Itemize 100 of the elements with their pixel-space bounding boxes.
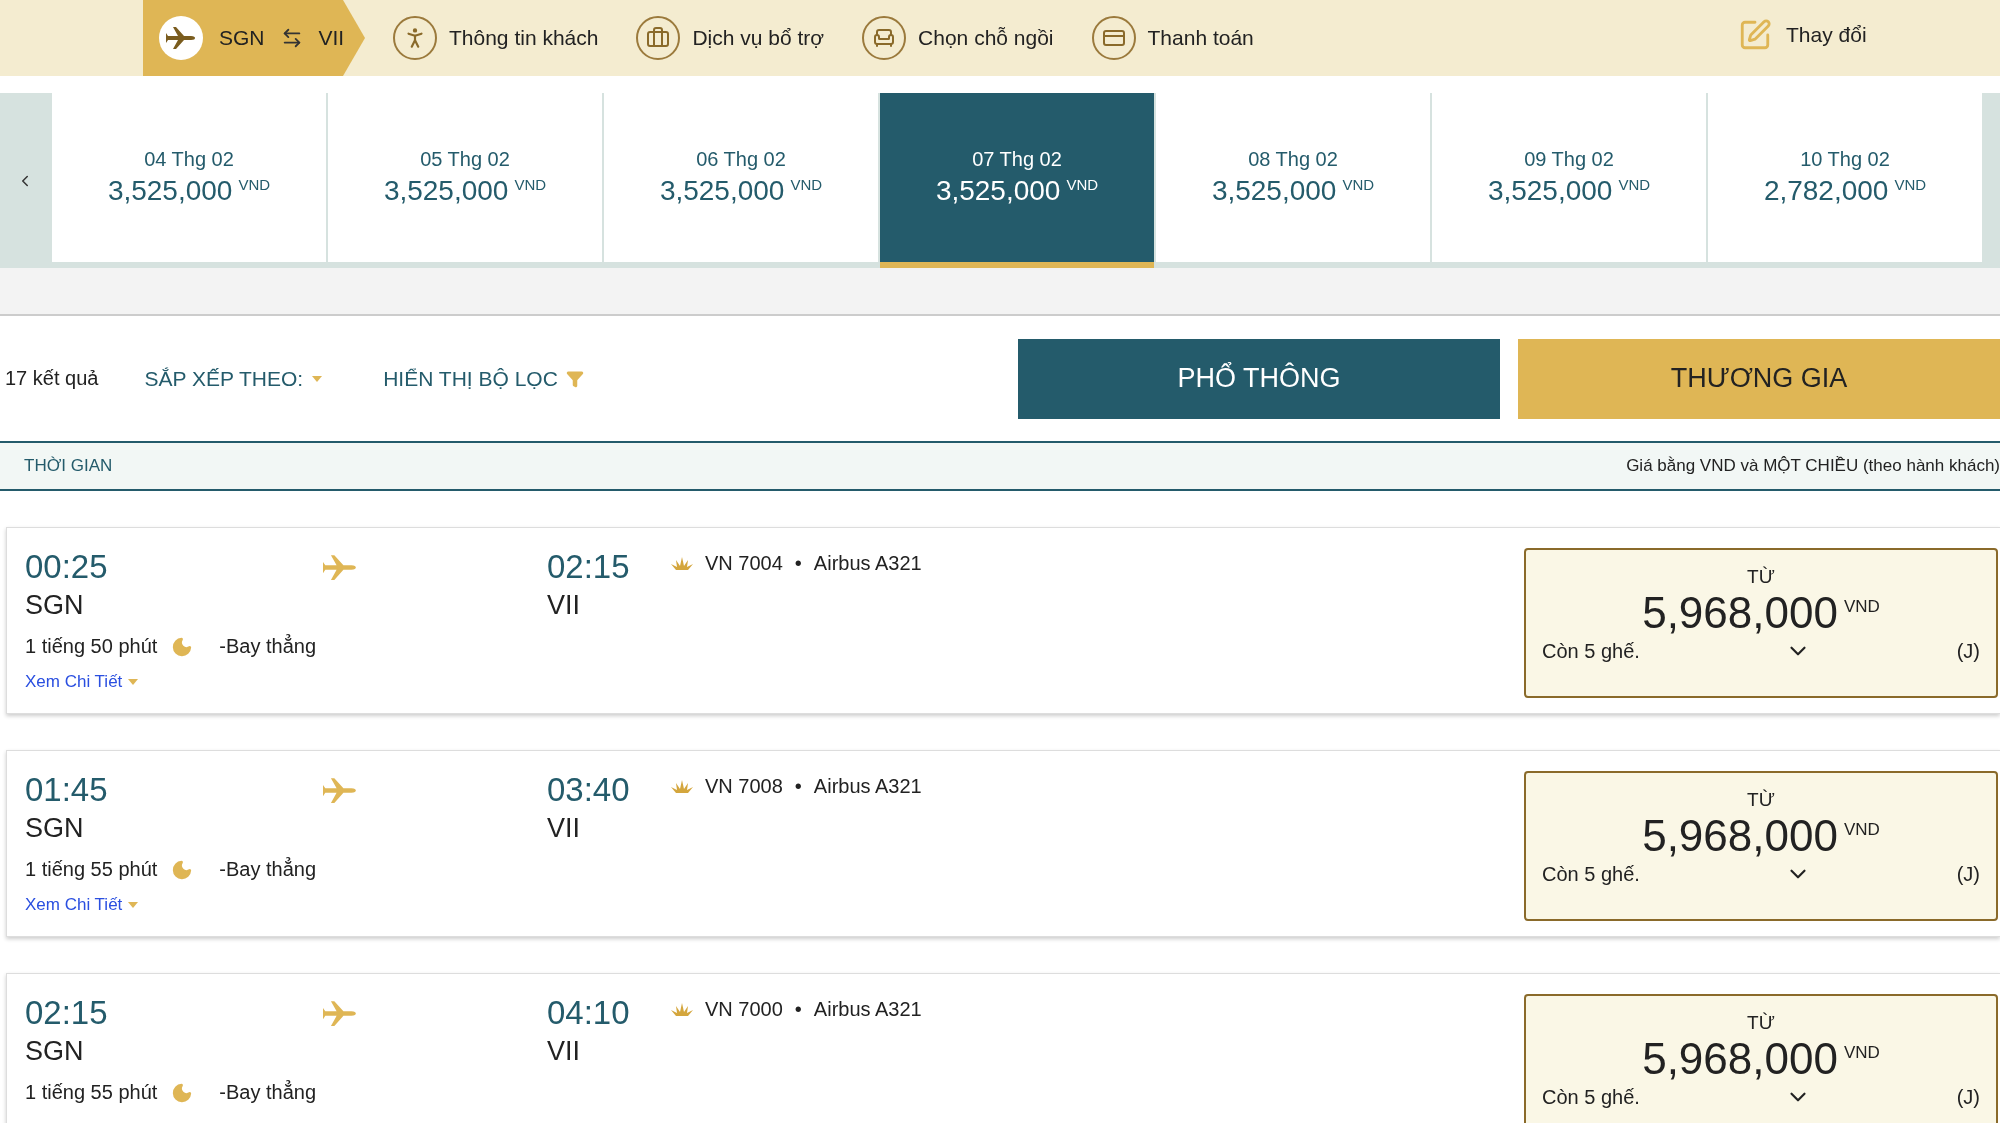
fare-class: (J) (1956, 862, 1980, 886)
date-price: 3,525,000 $^{VND}$ (935, 175, 1099, 207)
lotus-icon (671, 779, 693, 794)
date-price: 2,782,000 $^{VND}$ (1763, 175, 1927, 207)
date-label: 10 Thg 02 (1800, 148, 1890, 171)
plane-icon (323, 777, 357, 805)
plane-icon (166, 26, 196, 50)
departure-airport: SGN (25, 590, 85, 621)
lotus-icon (671, 1002, 693, 1017)
price-note: Giá bằng VND và MỘT CHIỀU (theo hành khách) (1626, 456, 2000, 476)
price-box[interactable]: TỪ 5,968,000$^{VND}$ Còn 5 ghế. (J) (1524, 771, 1998, 921)
change-link[interactable]: Thay đổi (1738, 18, 1867, 52)
departure-time: 00:25 (25, 548, 109, 586)
date-tab[interactable]: 10 Thg 02 2,782,000 $^{VND}$ (1708, 93, 1982, 262)
price-box[interactable]: TỪ 5,968,000$^{VND}$ Còn 5 ghế. (J) (1524, 994, 1998, 1123)
step-label[interactable]: Dịch vụ bổ trợ (692, 26, 825, 50)
sort-link[interactable]: SẮP XẾP THEO: (144, 366, 324, 391)
seats-left: Còn 5 ghế. (1542, 639, 1640, 663)
departure-time: 01:45 (25, 771, 109, 809)
flight-number: VN 7008 (705, 775, 783, 798)
fare-class-tab[interactable]: THƯƠNG GIA (1518, 338, 2000, 419)
aircraft-type: Airbus A321 (813, 552, 922, 575)
step-label[interactable]: Chọn chỗ ngồi (918, 26, 1054, 50)
seat-icon (872, 26, 897, 50)
results-count: 17 kết quả (5, 367, 99, 390)
time-column-heading: THỜI GIAN (24, 456, 113, 476)
departure-time: 02:15 (25, 994, 109, 1032)
flight-number: VN 7000 (705, 998, 783, 1021)
suitcase-icon (646, 26, 671, 50)
fare-class-tab[interactable]: PHỔ THÔNG (1018, 338, 1500, 419)
date-label: 07 Thg 02 (972, 148, 1062, 171)
date-label: 05 Thg 02 (420, 148, 510, 171)
date-price: 3,525,000 $^{VND}$ (107, 175, 271, 207)
fare-class: (J) (1956, 639, 1980, 663)
step-icon-circle[interactable] (1091, 16, 1136, 60)
lotus-icon (671, 556, 693, 571)
step-label[interactable]: Thanh toán (1147, 26, 1254, 50)
details-link[interactable]: Xem Chi Tiết (25, 895, 315, 915)
origin-code: SGN (219, 26, 265, 50)
arrival-airport: VII (547, 1036, 581, 1067)
price-box[interactable]: TỪ 5,968,000$^{VND}$ Còn 5 ghế. (J) (1524, 548, 1998, 698)
destination-code: VII (318, 26, 345, 50)
from-label: TỪ (1747, 1012, 1775, 1034)
stops-label: -Bay thẳng (219, 1081, 317, 1104)
from-label: TỪ (1747, 566, 1775, 588)
fare-class: (J) (1956, 1085, 1980, 1109)
seats-left: Còn 5 ghế. (1542, 862, 1640, 886)
separator-dot: • (794, 552, 802, 575)
date-price: 3,525,000 $^{VND}$ (1487, 175, 1651, 207)
step-label[interactable]: Thông tin khách (449, 26, 599, 50)
date-price: 3,525,000 $^{VND}$ (1211, 175, 1375, 207)
filter-icon (565, 369, 584, 388)
arrival-airport: VII (547, 590, 581, 621)
arrival-time: 03:40 (547, 771, 631, 809)
route-step[interactable]: SGN VII (143, 0, 365, 76)
departure-airport: SGN (25, 813, 85, 844)
stops-label: -Bay thẳng (219, 635, 317, 658)
flight-card[interactable]: 00:25 SGN 1 tiếng 50 phút -Bay thẳng Xem Chi Tiết 02:15 VII VN 7004 • Airbus A321 TỪ 5,968,000$^{VND}$ Còn 5 ghế. (J) (6, 527, 2000, 714)
moon-icon (171, 1081, 194, 1104)
plane-icon (323, 1000, 357, 1028)
filter-link[interactable]: HIỂN THỊ BỘ LỌC (383, 366, 584, 391)
fare-price: 5,968,000$^{VND}$ (1642, 811, 1880, 861)
edit-icon (1738, 18, 1772, 52)
fare-price: 5,968,000$^{VND}$ (1642, 1034, 1880, 1084)
flight-duration: 1 tiếng 55 phút (25, 858, 158, 881)
caret-icon (128, 901, 139, 909)
date-label: 04 Thg 02 (144, 148, 234, 171)
step-icon-circle[interactable] (393, 16, 437, 60)
separator-dot: • (794, 775, 802, 798)
flight-card[interactable]: 01:45 SGN 1 tiếng 55 phút -Bay thẳng Xem Chi Tiết 03:40 VII VN 7008 • Airbus A321 TỪ 5,968,000$^{VND}$ Còn 5 ghế. (J) (6, 750, 2000, 937)
step-icon-circle[interactable] (862, 16, 907, 60)
step-icon-circle[interactable] (636, 16, 681, 60)
date-tab[interactable]: 07 Thg 02 3,525,000 $^{VND}$ (880, 93, 1154, 268)
date-tab[interactable]: 05 Thg 02 3,525,000 $^{VND}$ (328, 93, 602, 262)
fare-price: 5,968,000$^{VND}$ (1642, 588, 1880, 638)
change-label: Thay đổi (1786, 23, 1867, 47)
aircraft-type: Airbus A321 (813, 998, 922, 1021)
stops-label: -Bay thẳng (219, 858, 317, 881)
flight-card[interactable]: 02:15 SGN 1 tiếng 55 phút -Bay thẳng 04:10 VII VN 7000 • Airbus A321 TỪ 5,968,000$^{VND}$ Còn 5 ghế. (J) (6, 973, 2000, 1123)
date-label: 06 Thg 02 (696, 148, 786, 171)
date-price: 3,525,000 $^{VND}$ (383, 175, 547, 207)
date-tab[interactable]: 06 Thg 02 3,525,000 $^{VND}$ (604, 93, 878, 262)
caret-icon (311, 374, 324, 383)
details-link[interactable]: Xem Chi Tiết (25, 672, 315, 692)
date-label: 09 Thg 02 (1524, 148, 1614, 171)
date-tab[interactable]: 08 Thg 02 3,525,000 $^{VND}$ (1156, 93, 1430, 262)
separator-dot: • (794, 998, 802, 1021)
arrival-airport: VII (547, 813, 581, 844)
moon-icon (171, 858, 194, 881)
date-price: 3,525,000 $^{VND}$ (659, 175, 823, 207)
arrival-time: 02:15 (547, 548, 631, 586)
moon-icon (171, 635, 194, 658)
date-label: 08 Thg 02 (1248, 148, 1338, 171)
date-tab[interactable]: 09 Thg 02 3,525,000 $^{VND}$ (1432, 93, 1706, 262)
plane-icon (323, 554, 357, 582)
date-tab[interactable]: 04 Thg 02 3,525,000 $^{VND}$ (52, 93, 326, 262)
seats-left: Còn 5 ghế. (1542, 1085, 1640, 1109)
from-label: TỪ (1747, 789, 1775, 811)
flight-number: VN 7004 (705, 552, 783, 575)
arrival-time: 04:10 (547, 994, 631, 1032)
